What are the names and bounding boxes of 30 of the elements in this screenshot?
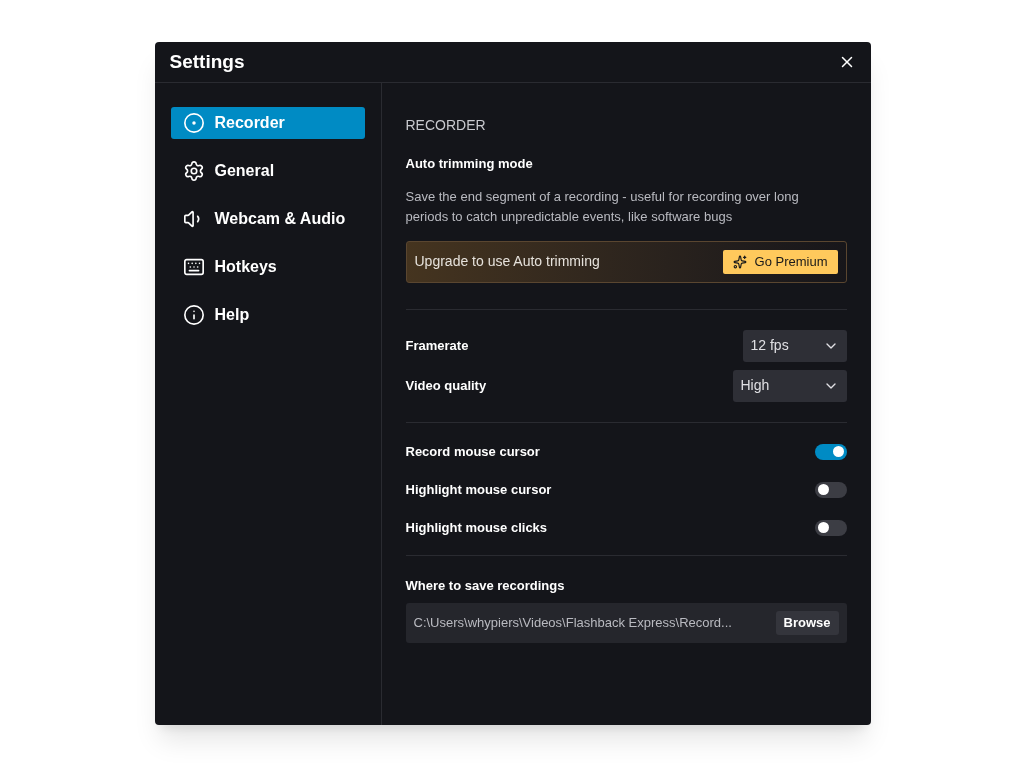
record-icon	[182, 112, 205, 134]
sidebar-item[interactable]: Webcam & Audio	[170, 203, 365, 235]
toggle-switch[interactable]	[814, 519, 847, 536]
gear-icon	[182, 160, 205, 182]
setting-label: Highlight mouse clicks	[405, 518, 548, 537]
browse-button[interactable]: Browse	[775, 611, 839, 635]
toggle-switch[interactable]	[814, 481, 847, 498]
dropdown[interactable]: 12 fps	[742, 329, 847, 362]
path-field[interactable]: C:\Users\whypiers\Videos\Flashback Express\Record... Browse	[405, 603, 847, 643]
window-title: Settings	[169, 49, 245, 74]
path-text: C:\Users\whypiers\Videos\Flashback Express\Record...	[413, 614, 732, 633]
keyboard-icon	[182, 256, 205, 278]
setting-label: Framerate	[405, 336, 469, 355]
sidebar-item[interactable]: Recorder	[170, 107, 365, 139]
setting-label: Record mouse cursor	[405, 442, 540, 461]
dropdown[interactable]: High	[732, 369, 847, 402]
sidebar-item[interactable]: General	[170, 155, 365, 187]
setting-label: Video quality	[405, 376, 487, 395]
sidebar-item[interactable]: Help	[170, 299, 365, 331]
sparkle-icon	[732, 254, 747, 269]
setting-label: Where to save recordings	[405, 576, 566, 595]
setting-title: Auto trimming mode	[405, 155, 534, 173]
setting-description: Save the end segment of a recording - useful for recording over long periods to catch unpredictable events, like software bugs	[405, 187, 800, 226]
toggle-switch[interactable]	[814, 443, 847, 460]
info-icon	[182, 304, 205, 326]
premium-button[interactable]: Go Premium	[722, 249, 838, 274]
section-title: RECORDER	[405, 116, 487, 135]
banner-text: Upgrade to use Auto trimming	[414, 252, 600, 271]
setting-label: Highlight mouse cursor	[405, 480, 552, 499]
sidebar-item[interactable]: Hotkeys	[170, 251, 365, 283]
